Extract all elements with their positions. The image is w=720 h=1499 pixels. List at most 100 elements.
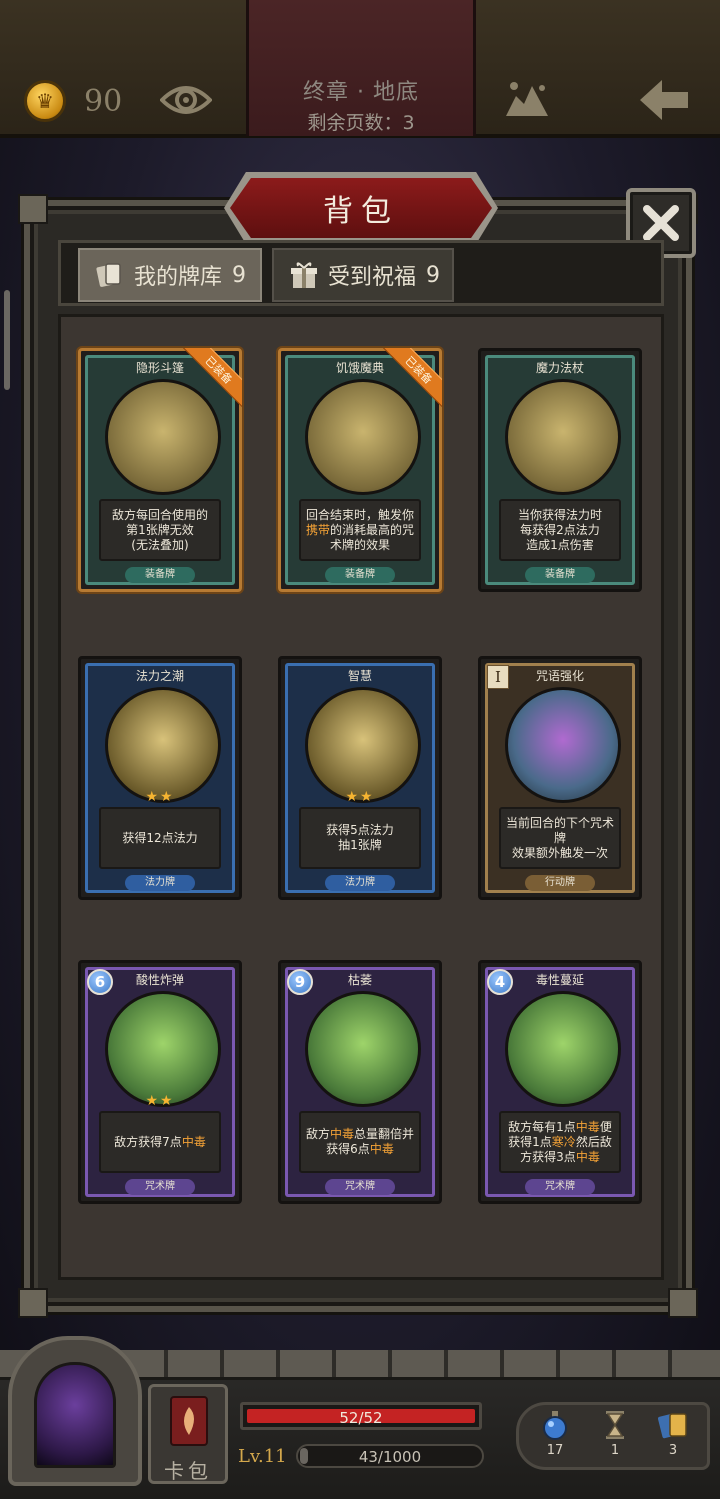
card-description: 敌方中毒总量翻倍并获得6点中毒 — [299, 1111, 421, 1173]
card-pack-label: 卡包 — [164, 1459, 212, 1483]
card[interactable]: 枯萎 敌方中毒总量翻倍并获得6点中毒 咒术牌 9 — [278, 960, 442, 1204]
cards-stack-item[interactable]: 3 — [653, 1409, 693, 1458]
card-type: 装备牌 — [525, 567, 595, 583]
gold-amount: 90 — [84, 84, 123, 119]
hero-avatar — [34, 1362, 116, 1468]
card-type: 咒术牌 — [525, 1179, 595, 1195]
card-type: 行动牌 — [525, 875, 595, 891]
panel-corner — [18, 194, 48, 224]
card-description: 敌方获得7点中毒 — [99, 1111, 221, 1173]
scroll-indicator — [4, 290, 10, 390]
card[interactable]: 酸性炸弹 ★★ 敌方获得7点中毒 咒术牌 6 — [78, 960, 242, 1204]
cards-stack-count: 3 — [668, 1443, 678, 1458]
panel-corner — [18, 1288, 48, 1318]
card-type: 装备牌 — [125, 567, 195, 583]
hourglass-count: 1 — [610, 1443, 620, 1458]
card-art — [305, 991, 421, 1107]
card-level-badge: I — [487, 665, 509, 689]
top-bar: ♛ 90 终章 · 地底 剩余页数：3 — [0, 0, 720, 138]
card-type: 法力牌 — [325, 875, 395, 891]
xp-bar: 43/1000 — [296, 1444, 484, 1468]
card-art — [105, 687, 221, 803]
card-keyword: 中毒 — [575, 1119, 600, 1134]
card[interactable]: 智慧 ★★ 获得5点法力 抽1张牌法力牌 — [278, 656, 442, 900]
card-description: 敌方每有1点中毒便获得1点寒冷然后敌方获得3点中毒 — [499, 1111, 621, 1173]
hp-text: 52/52 — [339, 1409, 383, 1427]
hp-bar: 52/52 — [240, 1402, 482, 1430]
pages-left: 剩余页数：3 — [307, 112, 415, 134]
tab-label: 受到祝福 — [328, 265, 417, 290]
card-description-line: 每获得2点法力 — [520, 522, 600, 537]
card-keyword: 中毒 — [575, 1149, 600, 1164]
card-description: 回合结束时，触发你携带的消耗最高的咒术牌的效果 — [299, 499, 421, 561]
card-description-line: 造成1点伤害 — [526, 537, 594, 552]
eye-icon[interactable] — [160, 80, 212, 120]
card-description: 敌方每回合使用的 第1张牌无效 (无法叠加) — [99, 499, 221, 561]
potion-icon — [543, 1411, 567, 1440]
panel-corner — [668, 1288, 698, 1318]
card-description: 当你获得法力时 每获得2点法力 造成1点伤害 — [499, 499, 621, 561]
close-icon — [643, 205, 679, 241]
card[interactable]: 法力之潮 ★★ 获得12点法力 法力牌 — [78, 656, 242, 900]
chapter-banner: 终章 · 地底 剩余页数：3 — [246, 0, 476, 136]
mana-cost-badge: 6 — [87, 969, 113, 995]
card-description-line: 获得12点法力 — [122, 830, 198, 845]
panel-title: 背包 — [323, 194, 399, 229]
hourglass-icon — [606, 1411, 624, 1439]
card-description: 获得12点法力 — [99, 807, 221, 869]
equipped-ribbon: 已装备 — [382, 348, 442, 408]
card-description-text: 的消耗最高的 — [329, 522, 402, 537]
card-art — [105, 991, 221, 1107]
card[interactable]: 咒语强化 当前回合的下个咒术牌 效果额外触发一次 行动牌 I — [478, 656, 642, 900]
tab-count: 9 — [232, 262, 247, 288]
card[interactable]: 魔力法杖 当你获得法力时 每获得2点法力 造成1点伤害 装备牌 — [478, 348, 642, 592]
card-name: 法力之潮 — [135, 669, 184, 683]
equipped-label: 已装备 — [182, 348, 242, 408]
card-description-text: 获得6点 — [326, 1142, 370, 1156]
card-art — [505, 991, 621, 1107]
tab-my-deck[interactable]: 我的牌库 9 — [78, 248, 262, 302]
card-type: 咒术牌 — [125, 1179, 195, 1195]
card-description: 获得5点法力 抽1张牌 — [299, 807, 421, 869]
map-icon[interactable] — [502, 78, 552, 122]
card-keyword: 中毒 — [369, 1142, 394, 1156]
tab-label: 我的牌库 — [134, 265, 223, 290]
card-type: 法力牌 — [125, 875, 195, 891]
card[interactable]: 饥饿魔典 回合结束时，触发你携带的消耗最高的咒术牌的效果 装备牌 已装备 — [278, 348, 442, 592]
potion-count: 17 — [546, 1443, 564, 1458]
tab-blessings[interactable]: 受到祝福 9 — [272, 248, 454, 302]
mana-cost-badge: 4 — [487, 969, 513, 995]
gift-icon — [291, 262, 317, 288]
card-stars: ★★ — [145, 789, 175, 805]
card-stars: ★★ — [345, 789, 375, 805]
card-type: 咒术牌 — [325, 1179, 395, 1195]
inventory-panel: 17 1 3 — [516, 1402, 710, 1470]
hourglass-item[interactable]: 1 — [595, 1409, 635, 1458]
card-keyword: 中毒 — [329, 1127, 354, 1141]
card-description-text: 敌方每有1点 — [508, 1119, 576, 1134]
card-description-text: 敌方获得7点 — [114, 1134, 182, 1149]
equipped-label: 已装备 — [382, 348, 442, 408]
card-name: 魔力法杖 — [535, 361, 584, 375]
card-type: 装备牌 — [325, 567, 395, 583]
card-description: 当前回合的下个咒术牌 效果额外触发一次 — [499, 807, 621, 869]
card-description-text: 敌方 — [305, 1127, 330, 1141]
card-pack-icon — [170, 1396, 208, 1446]
card[interactable]: 毒性蔓延 敌方每有1点中毒便获得1点寒冷然后敌方获得3点中毒 咒术牌 4 — [478, 960, 642, 1204]
cards-icon — [96, 263, 121, 287]
card-description-line: 第1张牌无效 — [126, 522, 194, 537]
card[interactable]: 隐形斗篷 敌方每回合使用的 第1张牌无效 (无法叠加) 装备牌 已装备 — [78, 348, 242, 592]
card-pack-button[interactable]: 卡包 — [148, 1384, 228, 1484]
card-description-line: 当你获得法力时 — [517, 507, 602, 522]
card-name: 智慧 — [347, 669, 372, 683]
hero-portrait[interactable] — [8, 1336, 142, 1486]
card-art — [505, 687, 621, 803]
xp-text: 43/1000 — [358, 1448, 422, 1466]
potion-item[interactable]: 17 — [535, 1409, 575, 1458]
card-description-line: (无法叠加) — [131, 537, 189, 552]
card-keyword: 携带 — [305, 522, 330, 537]
chapter-title: 终章 · 地底 — [303, 80, 419, 105]
back-arrow-icon[interactable] — [636, 76, 692, 124]
card-stars: ★★ — [145, 1093, 175, 1109]
card-description-line: 获得5点法力 — [326, 823, 394, 837]
